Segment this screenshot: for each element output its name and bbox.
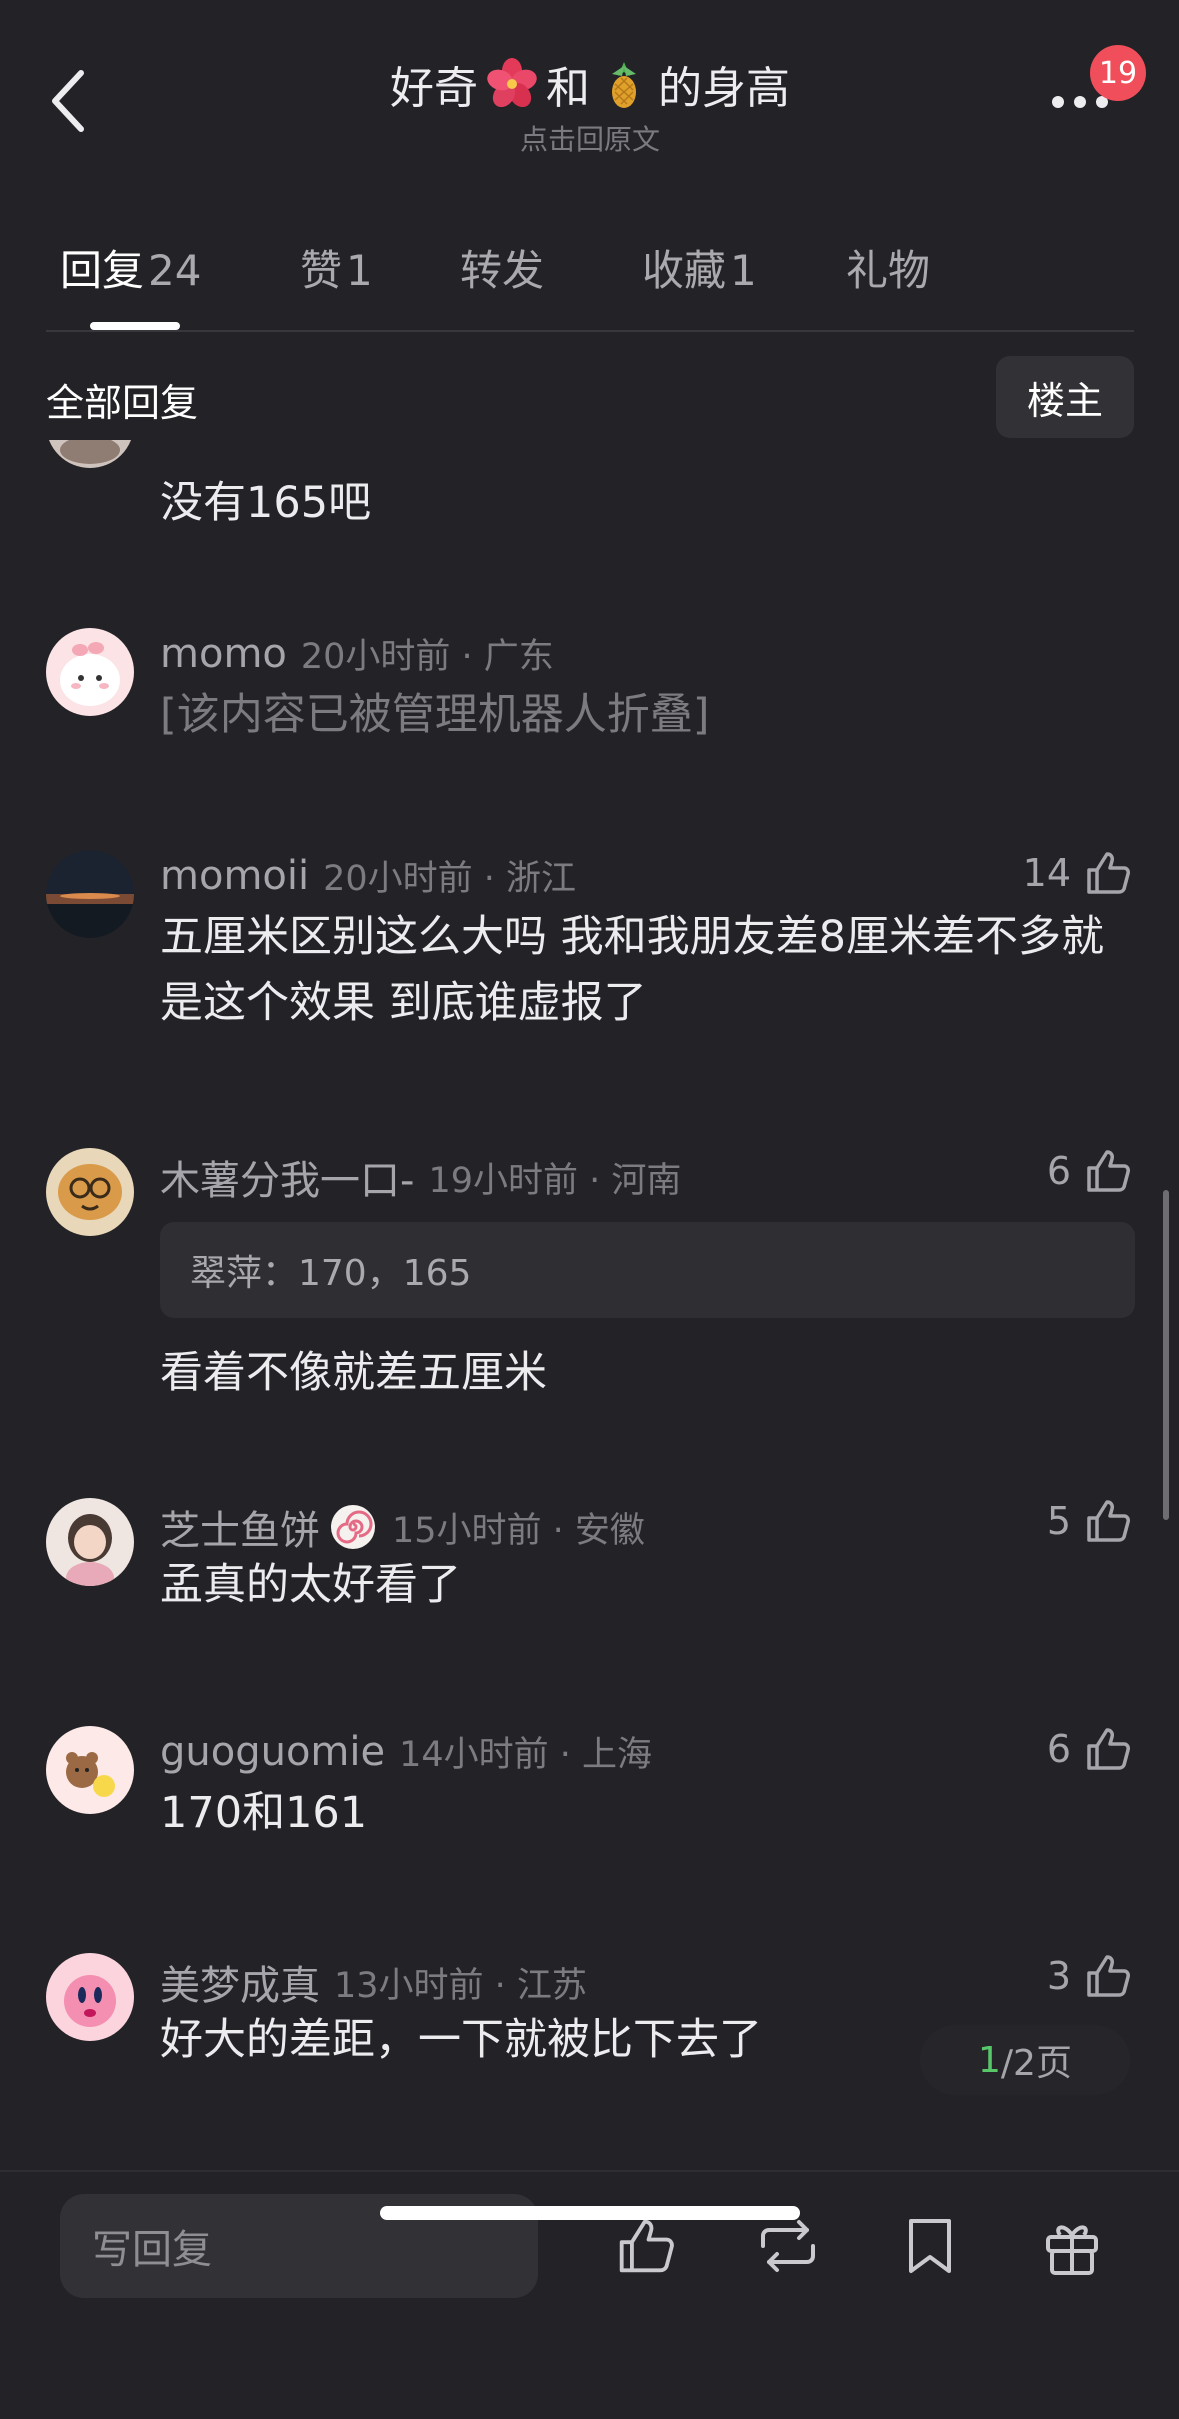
comment-meta: 14小时前 · 上海 xyxy=(399,1735,653,1775)
tabs-divider xyxy=(46,330,1134,332)
thumb-up-icon xyxy=(1087,1150,1130,1192)
tab-gifts[interactable]: 礼物 xyxy=(846,237,930,298)
comment-text: 170和161 xyxy=(160,1788,368,1838)
username[interactable]: 芝士鱼饼 xyxy=(160,1498,320,1556)
tab-favorites[interactable]: 收藏1 xyxy=(642,237,757,298)
comment-meta: 15小时前 · 安徽 xyxy=(392,1510,645,1551)
comment-meta: 19小时前 · 河南 xyxy=(428,1160,682,1201)
home-indicator xyxy=(380,2206,800,2220)
thumb-up-icon xyxy=(1087,1728,1130,1770)
title-text-part: 的身高 xyxy=(658,63,790,114)
thumb-up-icon xyxy=(1087,1500,1130,1542)
avatar[interactable] xyxy=(46,1953,134,2041)
owner-only-filter-button[interactable]: 楼主 xyxy=(996,356,1134,438)
like-post-button[interactable] xyxy=(610,2210,682,2282)
avatar[interactable] xyxy=(46,440,134,468)
repost-button[interactable] xyxy=(752,2210,824,2282)
view-original-link[interactable]: 点击回原文 xyxy=(250,118,930,158)
comment-header: 木薯分我一口- 19小时前 · 河南 xyxy=(160,1148,681,1206)
post-title: 好奇 和 的身高 xyxy=(250,52,930,116)
scrollbar[interactable] xyxy=(1163,1190,1169,1520)
back-button[interactable] xyxy=(34,56,104,146)
username[interactable]: momoii xyxy=(160,853,309,899)
username[interactable]: momo xyxy=(160,631,287,677)
tab-label: 赞 xyxy=(300,246,343,295)
tab-reposts[interactable]: 转发 xyxy=(460,237,544,298)
folded-comment-text: [该内容已被管理机器人折叠] xyxy=(160,690,710,740)
comment-text: 孟真的太好看了 xyxy=(160,1560,461,1610)
comment-header: momoii 20小时前 · 浙江 xyxy=(160,850,576,901)
like-button[interactable]: 6 xyxy=(1047,1146,1133,1196)
comment-header: momo 20小时前 · 广东 xyxy=(160,628,554,679)
comment-meta: 20小时前 · 广东 xyxy=(300,637,554,677)
tab-replies[interactable]: 回复24 xyxy=(60,237,201,298)
page-indicator[interactable]: 1/2页 xyxy=(920,2025,1130,2095)
current-page: 1 xyxy=(978,2039,1001,2081)
like-button[interactable]: 5 xyxy=(1047,1496,1133,1546)
title-text-part: 好奇 xyxy=(390,63,478,114)
like-count: 14 xyxy=(1022,851,1071,895)
like-count: 5 xyxy=(1046,1499,1071,1543)
quoted-reply[interactable]: 翠萍：170，165 xyxy=(160,1222,1135,1318)
tab-count: 24 xyxy=(148,246,202,295)
page-total: /2页 xyxy=(1000,2043,1072,2084)
tab-bar: 回复24 赞1 转发 收藏1 礼物 xyxy=(0,225,1179,335)
all-replies-heading: 全部回复 xyxy=(46,381,199,425)
gift-button[interactable] xyxy=(1036,2210,1108,2282)
avatar[interactable] xyxy=(46,1498,134,1586)
like-button[interactable]: 14 xyxy=(1023,848,1133,898)
like-count: 6 xyxy=(1046,1727,1071,1771)
tab-count: 1 xyxy=(346,246,373,295)
thumb-up-icon xyxy=(1087,1955,1130,1997)
more-icon xyxy=(1074,96,1086,108)
username[interactable]: 美梦成真 xyxy=(160,1953,320,2011)
username[interactable]: guoguomie xyxy=(160,1729,385,1775)
comment-page: 好奇 和 的身高 点击回原文 19 回复24 赞1 转发 收藏1 礼物 全部回复… xyxy=(0,0,1179,2419)
pineapple-emoji xyxy=(612,62,636,108)
tab-likes[interactable]: 赞1 xyxy=(300,237,373,298)
like-button[interactable]: 3 xyxy=(1047,1951,1133,2001)
like-button[interactable]: 6 xyxy=(1047,1724,1133,1774)
active-tab-indicator xyxy=(90,322,180,330)
comment-header: guoguomie 14小时前 · 上海 xyxy=(160,1726,652,1777)
like-count: 3 xyxy=(1046,1954,1071,1998)
username[interactable]: 木薯分我一口- xyxy=(160,1148,414,1206)
tab-label: 礼物 xyxy=(846,246,931,295)
avatar[interactable] xyxy=(46,1148,134,1236)
comment-text: 没有165吧 xyxy=(160,478,372,528)
thumb-up-icon xyxy=(619,2219,674,2273)
tab-label: 收藏 xyxy=(642,246,727,295)
tab-count: 1 xyxy=(730,246,757,295)
tab-label: 回复 xyxy=(60,246,145,295)
avatar[interactable] xyxy=(46,850,134,938)
post-title-area[interactable]: 好奇 和 的身高 点击回原文 xyxy=(250,52,930,158)
avatar[interactable] xyxy=(46,628,134,716)
bookmark-button[interactable] xyxy=(894,2210,966,2282)
comment-text: 看着不像就差五厘米 xyxy=(160,1348,547,1398)
more-icon xyxy=(1052,96,1064,108)
gift-icon xyxy=(1046,2225,1098,2275)
fishcake-emoji xyxy=(331,1505,375,1549)
repost-icon xyxy=(761,2220,815,2272)
hibiscus-emoji xyxy=(487,58,537,108)
avatar[interactable] xyxy=(46,1726,134,1814)
tab-label: 转发 xyxy=(460,246,545,295)
title-text-part: 和 xyxy=(546,63,590,114)
like-count: 6 xyxy=(1046,1149,1071,1193)
comment-text: 五厘米区别这么大吗 我和我朋友差8厘米差不多就是这个效果 到底谁虚报了 xyxy=(160,912,1105,1028)
comment-meta: 20小时前 · 浙江 xyxy=(323,859,577,899)
bookmark-icon xyxy=(909,2219,951,2273)
notification-badge: 19 xyxy=(1090,45,1146,101)
back-chevron-icon xyxy=(52,70,84,132)
thumb-up-icon xyxy=(1087,852,1130,894)
comment-list: 没有165吧 momo 20小时前 · 广东 [该内容已被管理机器人折叠] mo… xyxy=(0,440,1179,2165)
comment-header: 芝士鱼饼 15小时前 · 安徽 xyxy=(160,1498,645,1556)
top-bar: 好奇 和 的身高 点击回原文 19 xyxy=(0,0,1179,170)
comment-meta: 13小时前 · 江苏 xyxy=(334,1965,587,2006)
comment-header: 美梦成真 13小时前 · 江苏 xyxy=(160,1953,587,2011)
